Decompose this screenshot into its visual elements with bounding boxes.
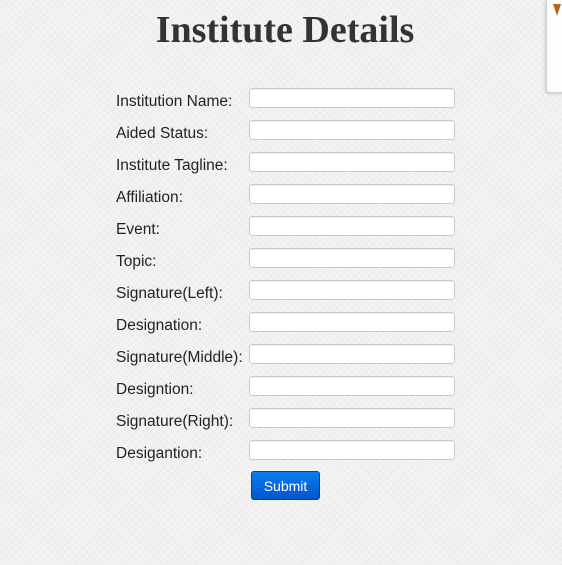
signature-middle-input[interactable] <box>249 344 455 364</box>
designation-right-label: Desigantion: <box>116 445 203 462</box>
designation-right-input[interactable] <box>249 440 455 460</box>
institution-name-input[interactable] <box>249 88 455 108</box>
topic-label: Topic: <box>116 253 157 270</box>
affiliation-label: Affiliation: <box>116 189 183 206</box>
signature-middle-label: Signature(Middle): <box>116 349 243 366</box>
side-widget-tab[interactable] <box>546 0 562 93</box>
signature-left-input[interactable] <box>249 280 455 300</box>
aided-status-input[interactable] <box>249 120 455 140</box>
institute-tagline-label: Institute Tagline: <box>116 157 228 174</box>
institute-tagline-input[interactable] <box>249 152 455 172</box>
designation-left-label: Designation: <box>116 317 203 334</box>
affiliation-input[interactable] <box>249 184 455 204</box>
topic-input[interactable] <box>249 248 455 268</box>
aided-status-label: Aided Status: <box>116 125 209 142</box>
signature-right-label: Signature(Right): <box>116 413 234 430</box>
event-input[interactable] <box>249 216 455 236</box>
signature-left-label: Signature(Left): <box>116 285 223 302</box>
designation-middle-label: Designtion: <box>116 381 194 398</box>
submit-button[interactable]: Submit <box>251 471 320 500</box>
signature-right-input[interactable] <box>249 408 455 428</box>
page-title: Institute Details <box>155 9 415 51</box>
event-label: Event: <box>116 221 160 238</box>
widget-icon <box>553 4 561 16</box>
designation-left-input[interactable] <box>249 312 455 332</box>
institution-name-label: Institution Name: <box>116 93 233 110</box>
designation-middle-input[interactable] <box>249 376 455 396</box>
